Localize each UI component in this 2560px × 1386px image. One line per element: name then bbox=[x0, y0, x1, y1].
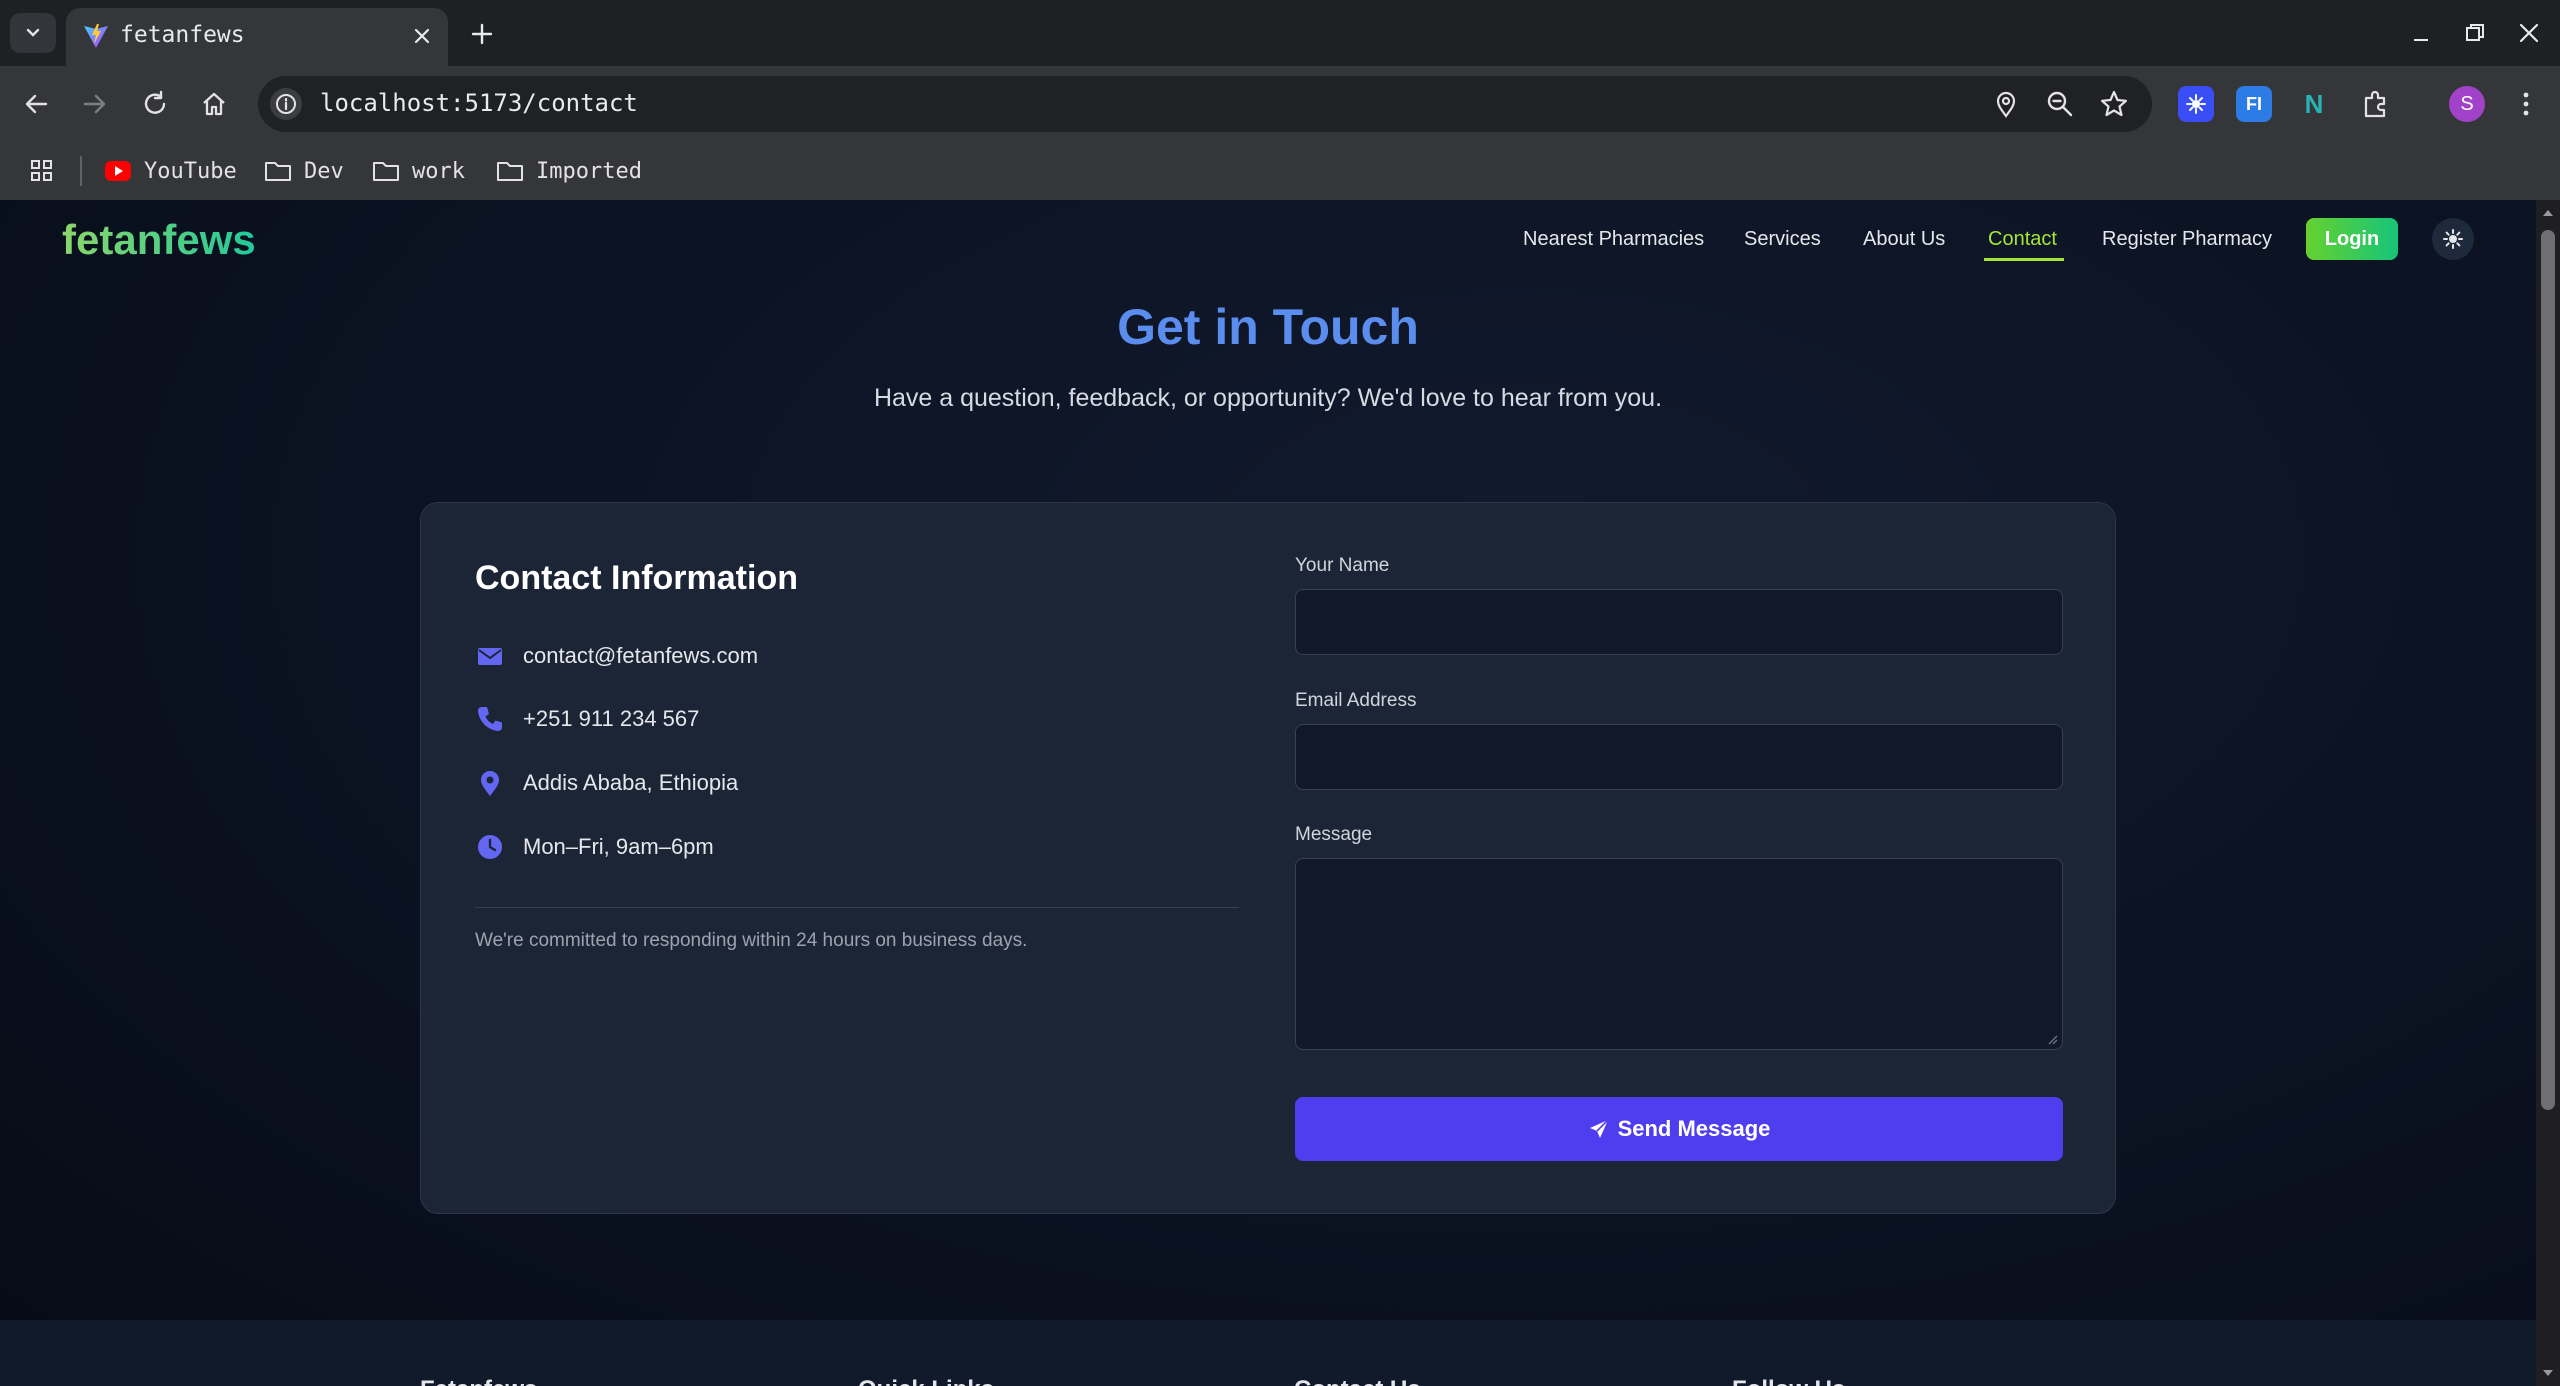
tab-search-button[interactable] bbox=[10, 13, 56, 53]
bookmark-youtube[interactable]: YouTube bbox=[104, 154, 237, 188]
contact-location-row: Addis Ababa, Ethiopia bbox=[475, 766, 738, 800]
response-commitment: We're committed to responding within 24 … bbox=[475, 930, 1028, 951]
resize-handle-icon[interactable] bbox=[2046, 1033, 2058, 1045]
scrollbar-thumb[interactable] bbox=[2541, 230, 2555, 1110]
close-tab-icon[interactable] bbox=[410, 24, 434, 48]
minimize-icon[interactable] bbox=[2404, 16, 2438, 50]
browser-tab-bar: fetanfews bbox=[0, 0, 2560, 66]
page-subtitle: Have a question, feedback, or opportunit… bbox=[873, 384, 1663, 412]
nav-link-nearest-pharmacies[interactable]: Nearest Pharmacies bbox=[1523, 228, 1704, 251]
active-nav-underline bbox=[1984, 258, 2064, 261]
clock-icon bbox=[478, 835, 502, 859]
tab-title: fetanfews bbox=[120, 22, 245, 48]
new-tab-icon[interactable] bbox=[466, 18, 498, 50]
bookmark-label: Dev bbox=[304, 158, 344, 184]
send-message-label: Send Message bbox=[1617, 1116, 1771, 1141]
footer-heading: Quick Links bbox=[858, 1376, 994, 1386]
back-icon[interactable] bbox=[20, 88, 52, 120]
apps-grid-icon bbox=[31, 160, 52, 181]
footer-heading: Contact Us bbox=[1294, 1376, 1421, 1386]
bookmark-folder-work[interactable]: work bbox=[372, 154, 465, 188]
envelope-icon bbox=[478, 648, 502, 665]
browser-tab[interactable]: fetanfews bbox=[66, 8, 448, 66]
contact-phone-row: +251 911 234 567 bbox=[475, 702, 699, 736]
sparkle-icon bbox=[2186, 94, 2206, 114]
home-icon[interactable] bbox=[198, 88, 230, 120]
contact-hours-row: Mon–Fri, 9am–6pm bbox=[475, 830, 714, 864]
bookmark-star-icon[interactable] bbox=[2098, 88, 2130, 120]
paper-plane-icon bbox=[1589, 1119, 1609, 1138]
nav-link-contact[interactable]: Contact bbox=[1988, 228, 2057, 251]
more-menu-icon[interactable] bbox=[2510, 88, 2542, 120]
nav-link-register-pharmacy[interactable]: Register Pharmacy bbox=[2102, 228, 2272, 251]
location-icon[interactable] bbox=[1990, 88, 2022, 120]
footer-heading: Fetanfews bbox=[420, 1376, 537, 1386]
restore-icon[interactable] bbox=[2458, 16, 2492, 50]
folder-icon bbox=[373, 162, 399, 181]
page-scrollbar[interactable] bbox=[2536, 200, 2560, 1386]
message-textarea[interactable] bbox=[1295, 858, 2063, 1050]
close-window-icon[interactable] bbox=[2512, 16, 2546, 50]
reload-icon[interactable] bbox=[139, 88, 171, 120]
sun-icon bbox=[2443, 229, 2463, 249]
scroll-down-icon[interactable] bbox=[2541, 1366, 2555, 1380]
zoom-icon[interactable] bbox=[2044, 88, 2076, 120]
contact-location: Addis Ababa, Ethiopia bbox=[523, 770, 739, 795]
extension-n-icon[interactable]: N bbox=[2296, 86, 2332, 122]
bookmark-separator bbox=[80, 156, 82, 186]
theme-toggle-button[interactable] bbox=[2432, 218, 2474, 260]
youtube-icon bbox=[105, 161, 131, 181]
site-logo[interactable]: fetanfews bbox=[62, 216, 256, 264]
folder-icon bbox=[497, 162, 523, 181]
contact-email[interactable]: contact@fetanfews.com bbox=[523, 643, 758, 669]
divider bbox=[475, 907, 1239, 908]
info-icon bbox=[276, 94, 296, 114]
bookmark-label: work bbox=[412, 158, 465, 184]
vite-favicon-icon bbox=[84, 24, 108, 48]
extensions-puzzle-icon[interactable] bbox=[2358, 86, 2394, 122]
bookmark-label: YouTube bbox=[144, 158, 237, 184]
phone-icon bbox=[478, 707, 502, 731]
contact-card: Contact Information contact@fetanfews.co… bbox=[420, 502, 2116, 1214]
browser-toolbar: localhost:5173/contact FI N S bbox=[0, 66, 2560, 142]
address-bar[interactable]: localhost:5173/contact bbox=[258, 76, 2152, 132]
name-input[interactable] bbox=[1295, 589, 2063, 655]
message-label: Message bbox=[1295, 824, 1373, 845]
contact-hours: Mon–Fri, 9am–6pm bbox=[523, 834, 714, 859]
bookmark-folder-dev[interactable]: Dev bbox=[264, 154, 344, 188]
contact-info-title: Contact Information bbox=[475, 559, 798, 597]
send-message-button[interactable]: Send Message bbox=[1295, 1097, 2063, 1161]
nav-link-about-us[interactable]: About Us bbox=[1863, 228, 1945, 251]
nav-link-services[interactable]: Services bbox=[1744, 228, 1821, 251]
footer-heading: Follow Us bbox=[1732, 1376, 1845, 1386]
url-text: localhost:5173/contact bbox=[320, 89, 638, 117]
email-label: Email Address bbox=[1295, 690, 1417, 711]
extension-color-icon[interactable] bbox=[2178, 86, 2214, 122]
bookmark-folder-imported[interactable]: Imported bbox=[496, 154, 642, 188]
profile-avatar[interactable]: S bbox=[2449, 86, 2485, 122]
map-pin-icon bbox=[481, 771, 499, 796]
login-button[interactable]: Login bbox=[2306, 218, 2398, 260]
page-title: Get in Touch bbox=[1117, 299, 1419, 355]
extension-fi-icon[interactable]: FI bbox=[2236, 86, 2272, 122]
site-info-button[interactable] bbox=[270, 88, 302, 120]
apps-button[interactable] bbox=[28, 154, 56, 188]
page-viewport: fetanfews Nearest Pharmacies Services Ab… bbox=[0, 200, 2536, 1386]
chevron-down-icon bbox=[26, 28, 40, 37]
name-label: Your Name bbox=[1295, 555, 1390, 576]
contact-email-row: contact@fetanfews.com bbox=[475, 639, 758, 673]
forward-icon[interactable] bbox=[79, 88, 111, 120]
bookmarks-bar: YouTube Dev work Imported bbox=[0, 142, 2560, 200]
scroll-up-icon[interactable] bbox=[2541, 206, 2555, 220]
contact-phone: +251 911 234 567 bbox=[523, 706, 700, 731]
page-footer: Fetanfews Quick Links Contact Us Follow … bbox=[0, 1320, 2536, 1386]
folder-icon bbox=[265, 162, 291, 181]
email-input[interactable] bbox=[1295, 724, 2063, 790]
bookmark-label: Imported bbox=[536, 158, 642, 184]
